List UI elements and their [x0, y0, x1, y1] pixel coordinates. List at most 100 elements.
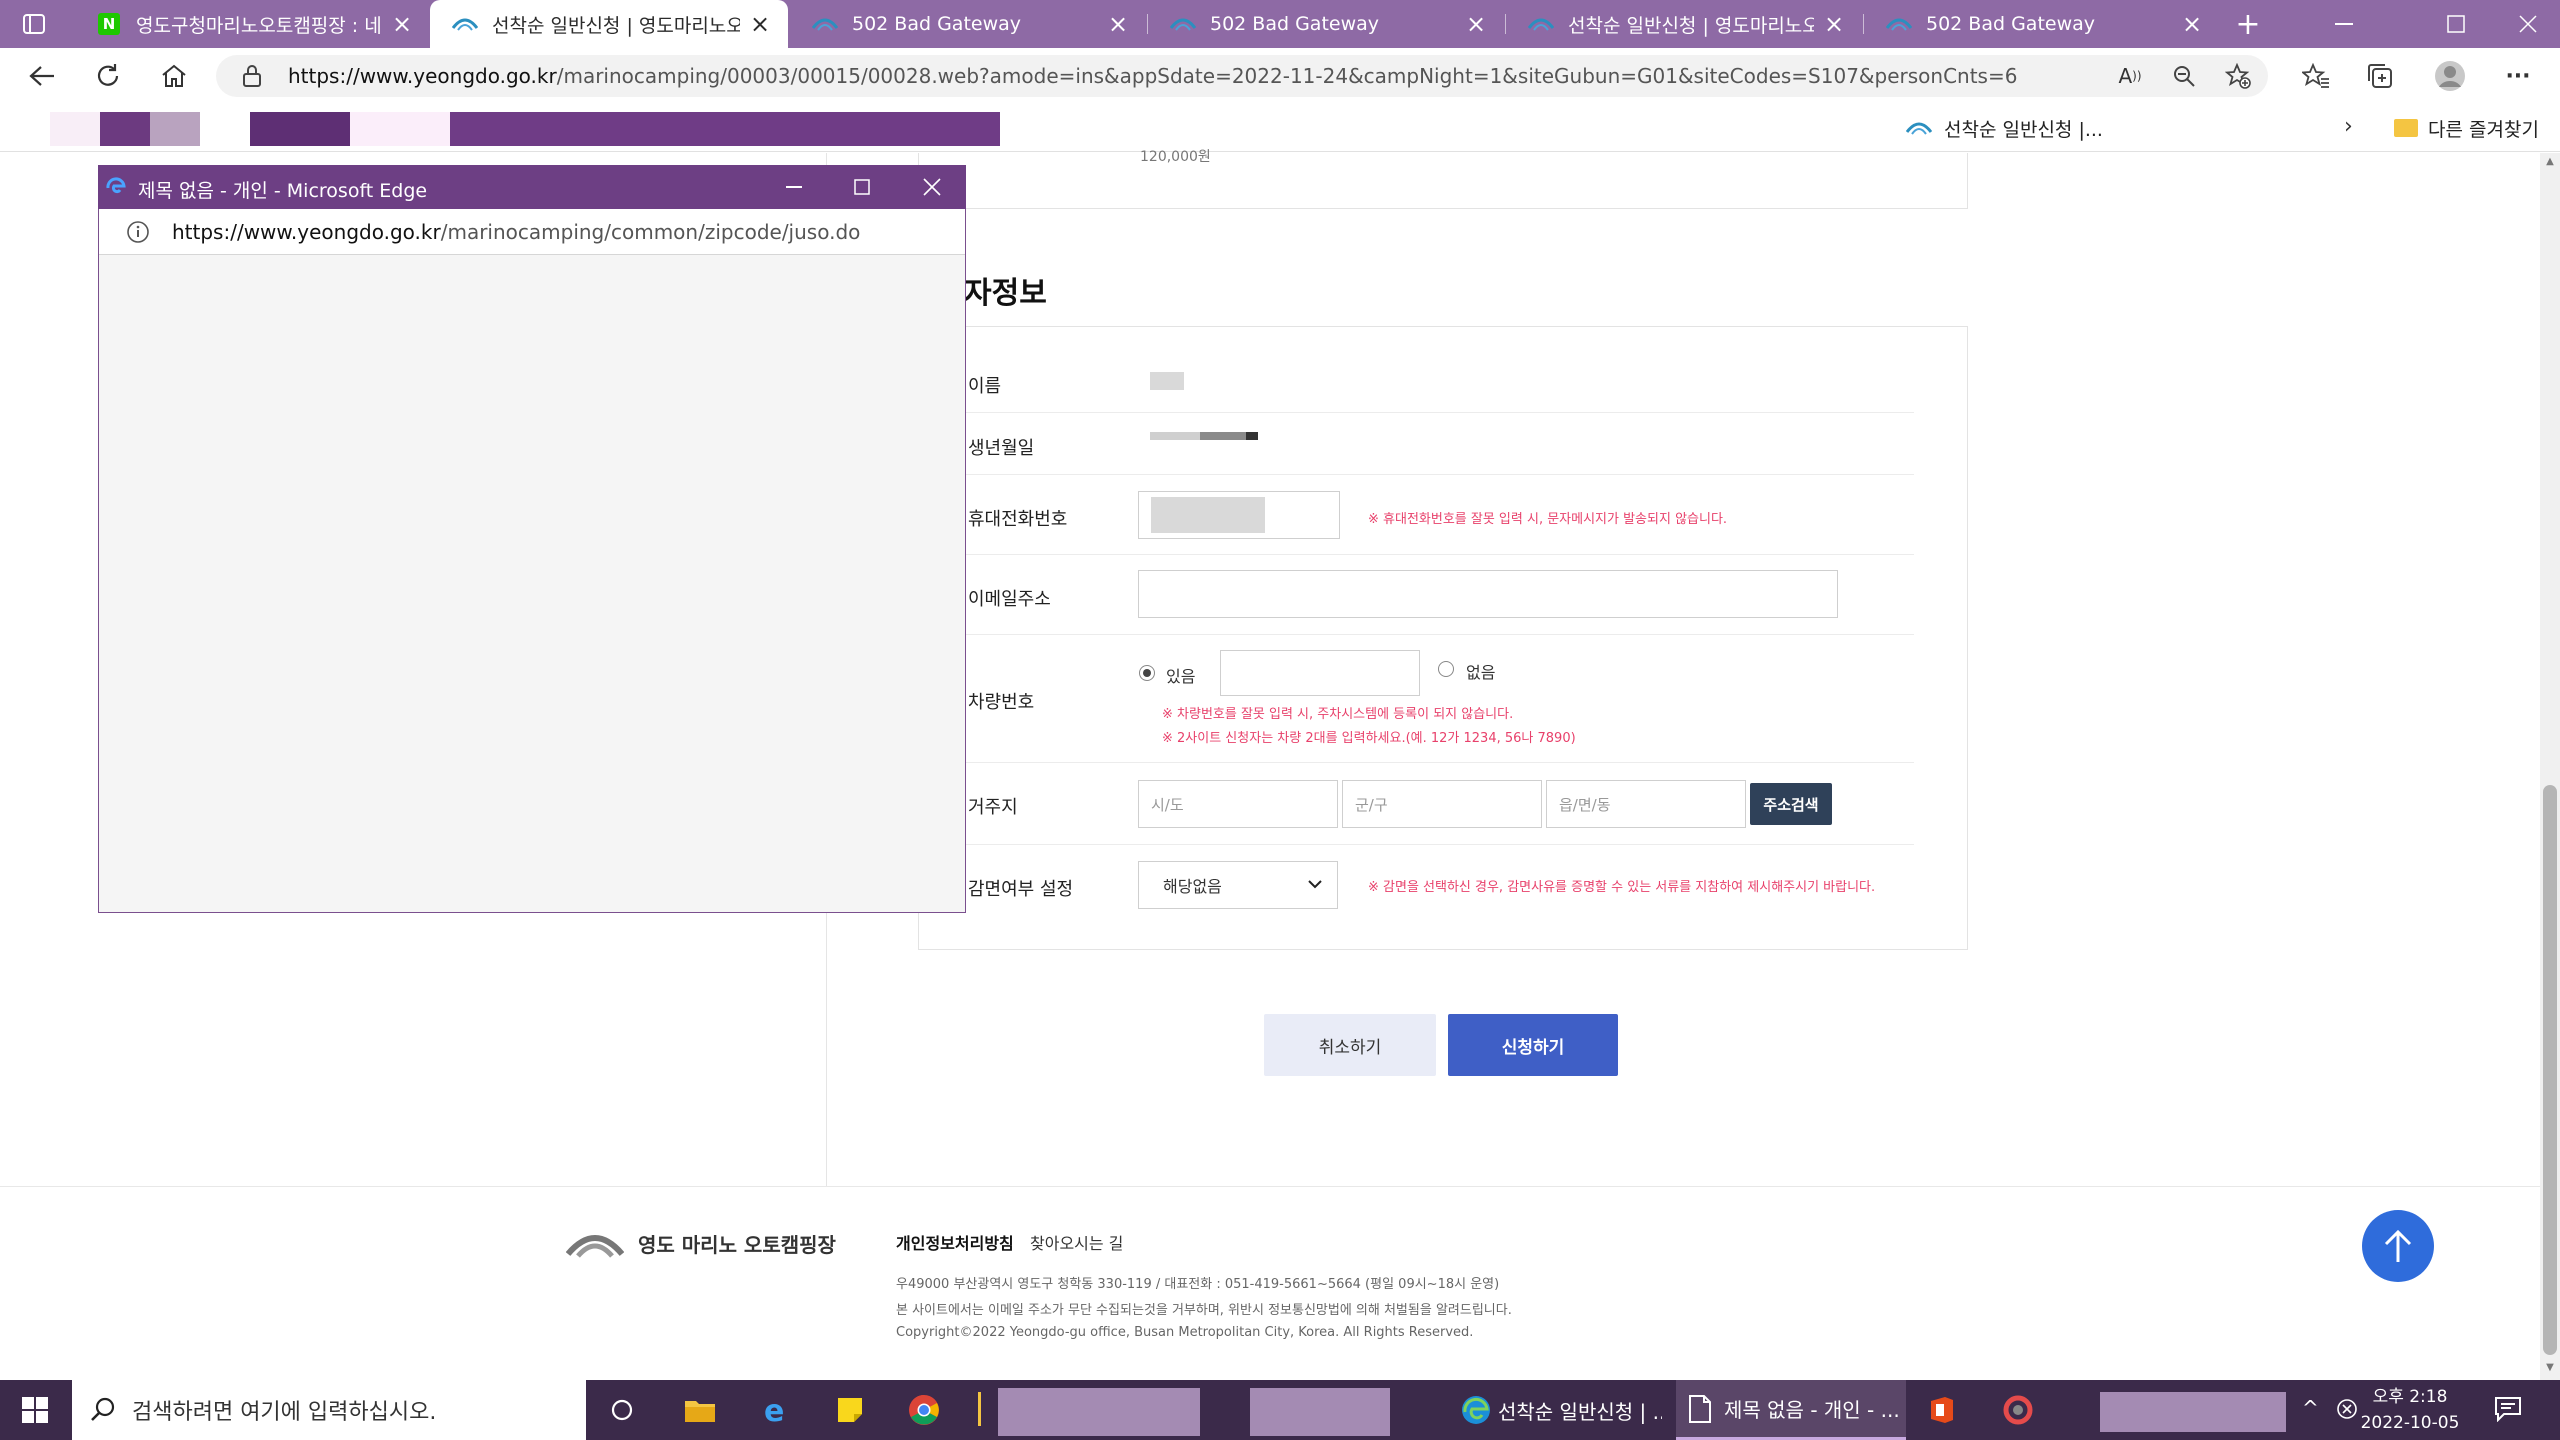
car-number-input[interactable]: [1220, 650, 1420, 696]
refresh-icon[interactable]: [88, 56, 128, 96]
url-text[interactable]: https://www.yeongdo.go.kr/marinocamping/…: [288, 64, 2017, 88]
lock-icon[interactable]: [242, 64, 262, 92]
redacted-name: [1150, 372, 1184, 390]
car-no-radio[interactable]: [1438, 661, 1454, 677]
phone-input[interactable]: [1138, 491, 1340, 539]
svg-text:e: e: [764, 1394, 784, 1426]
marino-logo-icon: [566, 1235, 624, 1258]
popup-window: [98, 165, 966, 913]
tab-naver[interactable]: N 영도구청마리노오토캠핑장 : 네이 ×: [74, 0, 430, 48]
cancel-button[interactable]: 취소하기: [1264, 1014, 1436, 1076]
add-favorite-icon[interactable]: [2218, 56, 2258, 96]
taskbar-search-input[interactable]: 검색하려면 여기에 입력하십시오.: [72, 1380, 586, 1440]
tab-close-icon[interactable]: ×: [1106, 12, 1130, 36]
back-icon[interactable]: [22, 56, 62, 96]
search-icon: [91, 1397, 115, 1421]
folder-icon: [2394, 119, 2418, 137]
yeongdo-icon: [1170, 14, 1196, 34]
footer-logo: 영도 마리노 오토캠핑장: [566, 1228, 836, 1258]
tab-apply-2[interactable]: 선착순 일반신청 | 영도마리노오토 ×: [1506, 0, 1862, 48]
address-search-button[interactable]: 주소검색: [1750, 783, 1832, 825]
popup-title: 제목 없음 - 개인 - Microsoft Edge: [138, 180, 428, 202]
tab-close-icon[interactable]: ×: [1464, 12, 1488, 36]
scroll-top-button[interactable]: [2362, 1210, 2434, 1282]
other-favorites[interactable]: 다른 즐겨찾기: [2394, 110, 2539, 146]
popup-close-icon[interactable]: [904, 165, 960, 209]
privacy-policy-link[interactable]: 개인정보처리방침: [896, 1230, 1014, 1254]
info-icon[interactable]: [126, 220, 150, 248]
tab-close-icon[interactable]: ×: [390, 12, 414, 36]
new-tab-icon[interactable]: +: [2228, 4, 2268, 44]
applicant-form: [918, 326, 1968, 950]
popup-maximize-icon[interactable]: [834, 165, 890, 209]
arrow-up-icon: [2384, 1229, 2412, 1262]
maximize-icon[interactable]: [2420, 0, 2492, 48]
car-yes-label: 있음: [1166, 667, 1196, 686]
row-divider: [964, 554, 1914, 555]
directions-link[interactable]: 찾아오시는 길: [1030, 1230, 1123, 1254]
tab-close-icon[interactable]: ×: [1822, 12, 1846, 36]
yeongdo-icon: [812, 14, 838, 34]
email-input[interactable]: [1138, 570, 1838, 618]
windows-start-icon[interactable]: [0, 1380, 70, 1440]
name-label: 이름: [968, 376, 1002, 397]
yeongdo-icon: [452, 14, 478, 34]
redacted-birth: [1150, 432, 1200, 440]
tray-chevron-up-icon[interactable]: ^: [2302, 1396, 2319, 1420]
car-no-label: 없음: [1466, 663, 1496, 682]
address-gugun-input[interactable]: 군/구: [1342, 780, 1542, 828]
redacted-task-item[interactable]: [998, 1388, 1200, 1436]
payment-summary-box: [918, 153, 1968, 209]
discount-label: 감면여부 설정: [968, 879, 1074, 900]
tab-502-a[interactable]: 502 Bad Gateway ×: [790, 0, 1146, 48]
popup-minimize-icon[interactable]: [766, 165, 822, 209]
apply-button[interactable]: 신청하기: [1448, 1014, 1618, 1076]
address-dong-input[interactable]: 읍/면/동: [1546, 780, 1746, 828]
discount-select[interactable]: 해당없음: [1138, 861, 1338, 909]
page-scrollbar-thumb[interactable]: [2543, 785, 2557, 1355]
read-aloud-icon[interactable]: A)): [2110, 56, 2150, 96]
favorite-apply-page[interactable]: 선착순 일반신청 |...: [1906, 110, 2103, 146]
close-window-icon[interactable]: [2492, 0, 2560, 48]
yeongdo-icon: [1528, 14, 1554, 34]
office-icon[interactable]: [1922, 1390, 1962, 1430]
naver-icon: N: [96, 13, 122, 35]
scroll-down-icon[interactable]: ▼: [2543, 1362, 2557, 1373]
tab-close-icon[interactable]: ×: [748, 12, 772, 36]
taskbar-clock[interactable]: 오후 2:18 2022-10-05: [2350, 1384, 2470, 1436]
chevron-down-icon: [1307, 874, 1323, 898]
notification-icon[interactable]: [2494, 1396, 2522, 1426]
tab-actions-icon[interactable]: [14, 4, 54, 44]
tab-close-icon[interactable]: ×: [2180, 12, 2204, 36]
edge-icon: [106, 176, 126, 200]
task-popup-window[interactable]: 제목 없음 - 개인 - ...: [1676, 1380, 1906, 1440]
task-edge-window[interactable]: 선착순 일반신청 | ...: [1448, 1380, 1662, 1440]
file-explorer-icon[interactable]: [680, 1390, 720, 1430]
address-sido-input[interactable]: 시/도: [1138, 780, 1338, 828]
chrome-icon[interactable]: [904, 1390, 944, 1430]
internet-explorer-icon[interactable]: e: [756, 1390, 796, 1430]
redacted-birth: [1200, 432, 1246, 440]
favorites-icon[interactable]: [2296, 56, 2336, 96]
zoom-out-icon[interactable]: [2164, 56, 2204, 96]
taskbar-pinned-indicator: [978, 1392, 981, 1426]
car-yes-radio[interactable]: [1139, 665, 1155, 681]
profile-avatar[interactable]: [2430, 56, 2470, 96]
popup-url-text[interactable]: https://www.yeongdo.go.kr/marinocamping/…: [172, 220, 860, 244]
address-label: 거주지: [968, 797, 1018, 818]
sticky-notes-icon[interactable]: [830, 1390, 870, 1430]
collections-icon[interactable]: [2360, 56, 2400, 96]
minimize-icon[interactable]: [2308, 0, 2380, 48]
task-view-icon[interactable]: [602, 1390, 642, 1430]
scroll-up-icon[interactable]: ▲: [2543, 156, 2557, 167]
phone-label: 휴대전화번호: [968, 509, 1068, 530]
app-icon[interactable]: [1998, 1390, 2038, 1430]
home-icon[interactable]: [154, 56, 194, 96]
chevron-right-icon[interactable]: ›: [2344, 114, 2353, 139]
row-divider: [964, 844, 1914, 845]
tab-active-apply[interactable]: 선착순 일반신청 | 영도마리노오토 ×: [430, 0, 788, 48]
tab-502-b[interactable]: 502 Bad Gateway ×: [1148, 0, 1504, 48]
redacted-task-item[interactable]: [1250, 1388, 1390, 1436]
more-menu-icon[interactable]: ···: [2498, 56, 2538, 96]
tab-502-c[interactable]: 502 Bad Gateway ×: [1864, 0, 2220, 48]
